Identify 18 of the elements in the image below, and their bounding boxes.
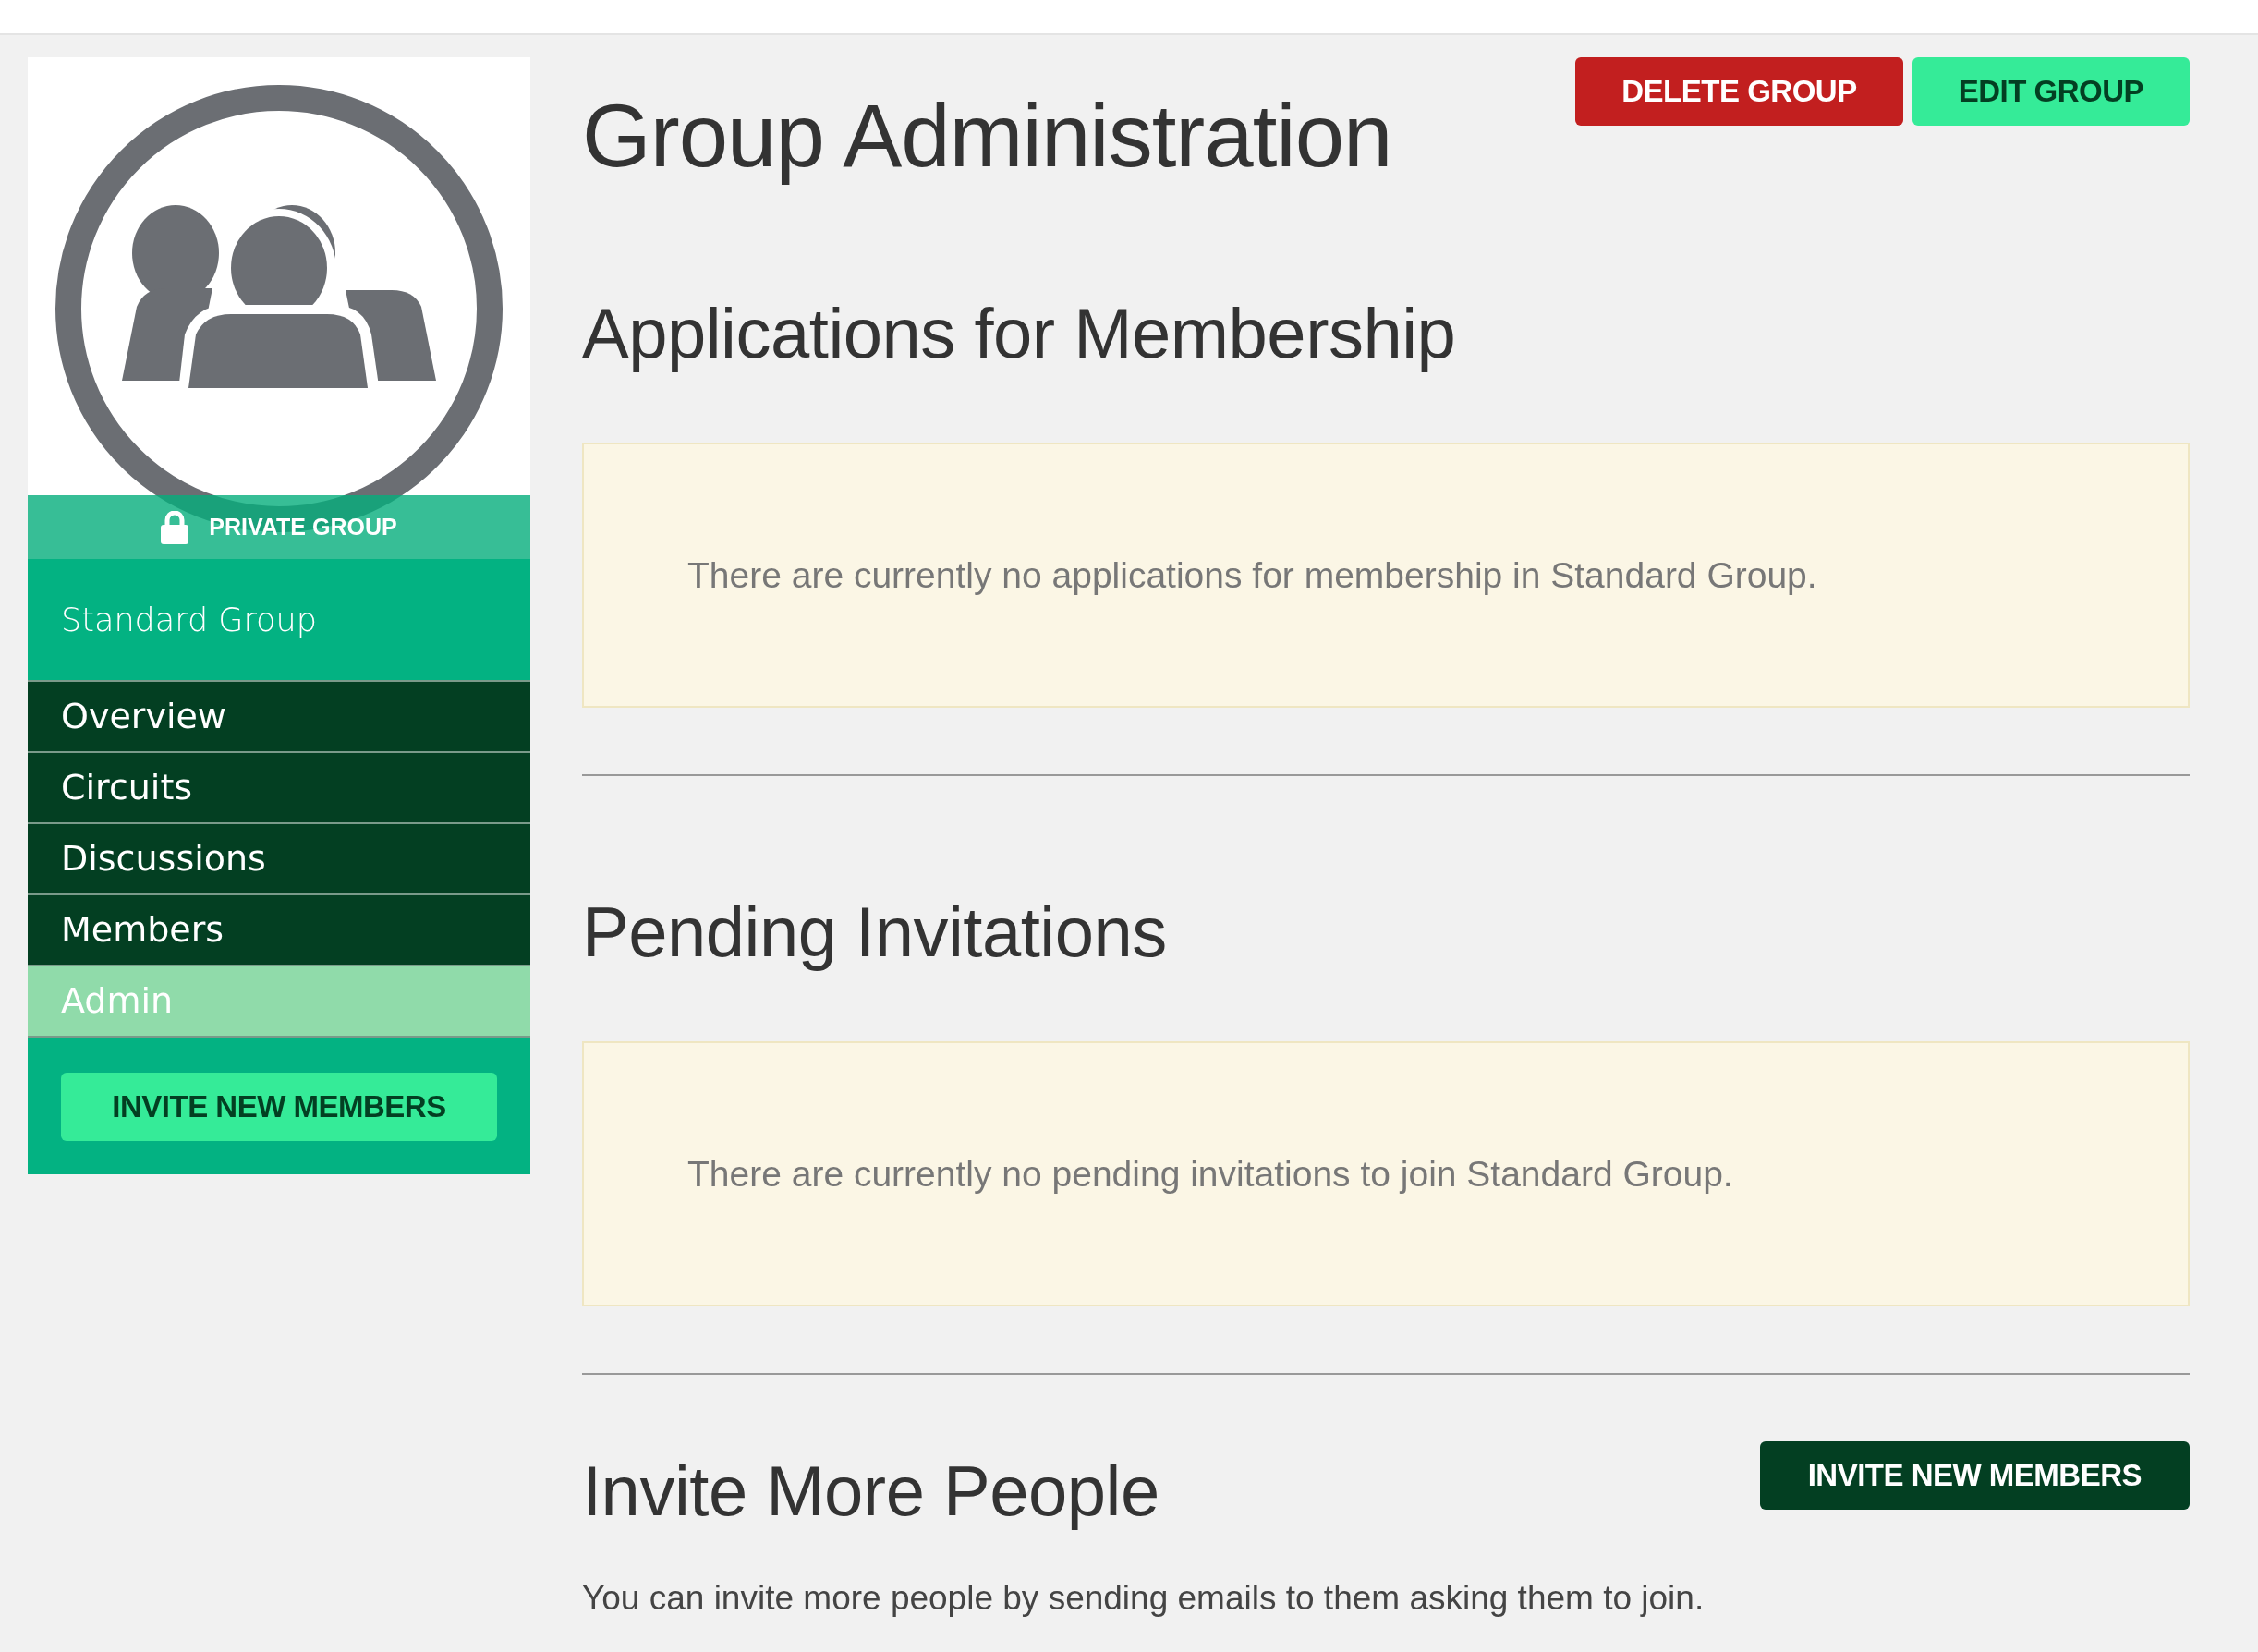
info-message: There are currently no applications for membership in Standard Group. bbox=[582, 443, 2190, 708]
invite-members-button[interactable]: INVITE NEW MEMBERS bbox=[1759, 1441, 2190, 1510]
invite-description: You can invite more people by sending emails to them asking them to join. bbox=[582, 1579, 1706, 1618]
delete-group-button[interactable]: DELETE GROUP bbox=[1575, 57, 1903, 126]
page-title: Group Administration bbox=[582, 85, 1392, 187]
nav-item[interactable]: Discussions bbox=[28, 824, 530, 895]
invite-members-button[interactable]: INVITE NEW MEMBERS bbox=[61, 1073, 497, 1141]
nav-item[interactable]: Overview bbox=[28, 682, 530, 753]
nav-item[interactable]: Circuits bbox=[28, 753, 530, 824]
section-heading: Applications for Membership bbox=[582, 293, 1457, 373]
lock-icon bbox=[161, 510, 189, 544]
edit-group-button[interactable]: EDIT GROUP bbox=[1912, 57, 2190, 126]
group-name: Standard Group bbox=[28, 559, 530, 682]
section-heading: Invite More People bbox=[582, 1451, 1159, 1531]
section-heading: Pending Invitations bbox=[582, 892, 1168, 972]
nav-item[interactable]: Members bbox=[28, 895, 530, 966]
info-message: There are currently no pending invitations to join Standard Group. bbox=[582, 1041, 2190, 1306]
private-group-label: PRIVATE GROUP bbox=[209, 514, 397, 541]
